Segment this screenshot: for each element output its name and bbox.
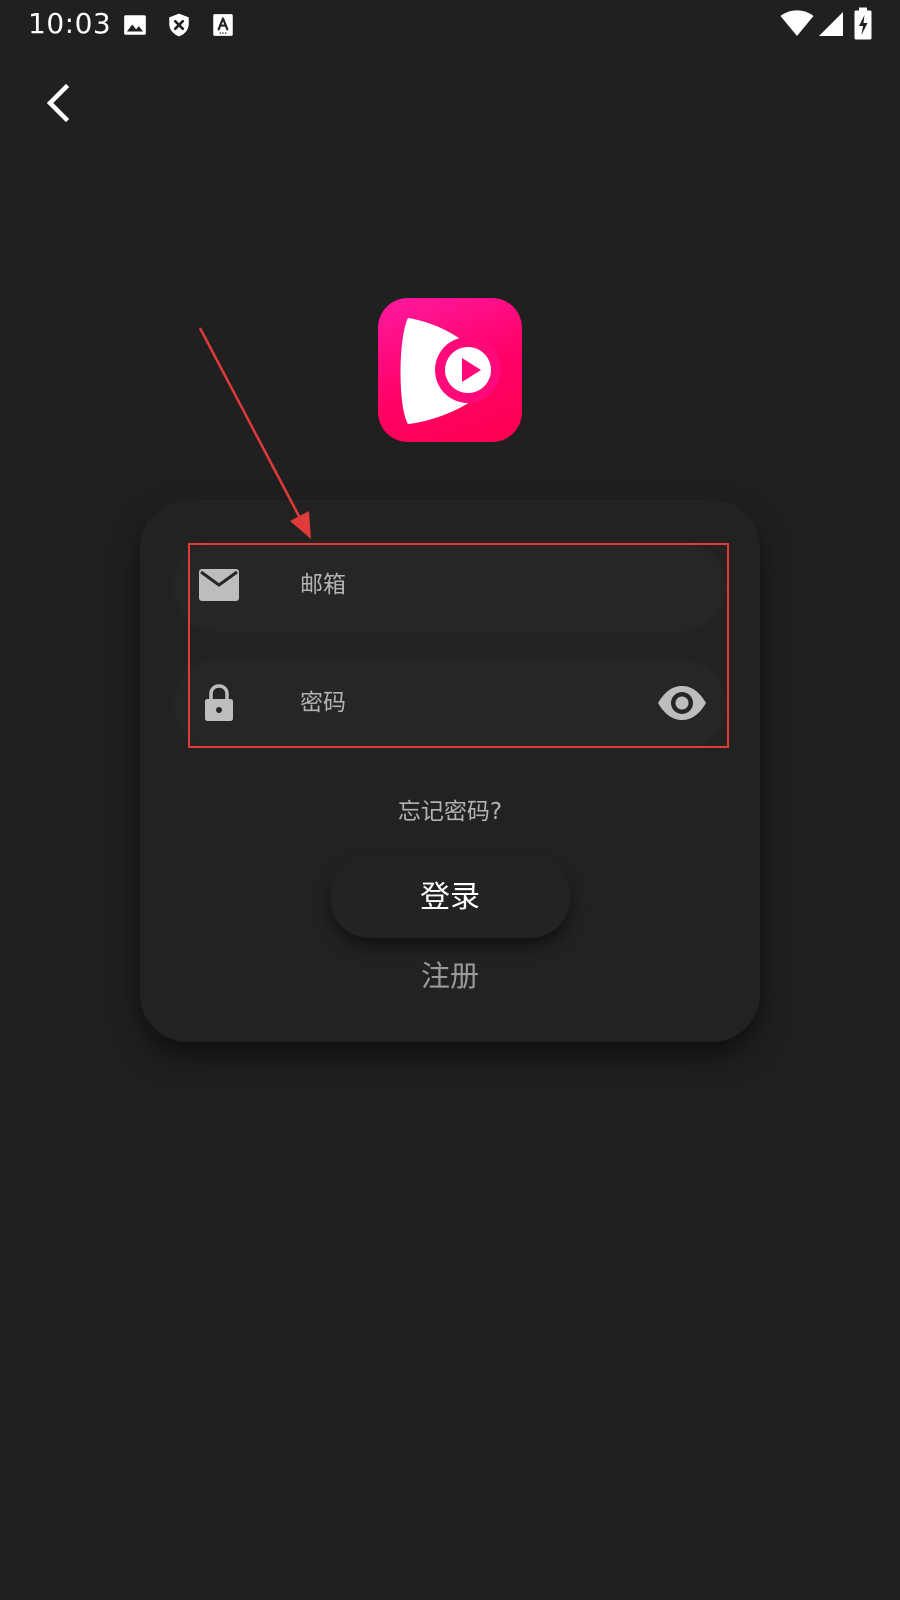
password-placeholder: 密码 <box>300 690 346 716</box>
lock-icon <box>205 684 233 721</box>
email-field[interactable]: 邮箱 <box>172 538 728 632</box>
status-bar: 10:03 <box>0 0 900 50</box>
image-icon <box>124 15 146 35</box>
video-play-logo <box>400 318 501 424</box>
login-button[interactable]: 登录 <box>330 858 570 938</box>
register-link[interactable]: 注册 <box>140 956 760 996</box>
chevron-left-icon <box>46 83 70 123</box>
eye-icon[interactable] <box>656 681 708 725</box>
forgot-password-link[interactable]: 忘记密码? <box>140 796 760 828</box>
email-placeholder: 邮箱 <box>300 572 346 598</box>
back-button[interactable] <box>30 75 86 131</box>
login-screen: 10:03 邮箱 密码 忘记密码? 登录 注册 <box>0 0 900 1600</box>
status-time: 10:03 <box>28 7 112 40</box>
shield-x-icon <box>169 13 189 37</box>
app-logo <box>378 298 522 442</box>
login-card: 邮箱 密码 忘记密码? 登录 注册 <box>140 500 760 1042</box>
battery-charging-icon <box>854 7 872 40</box>
text-a-icon <box>213 14 233 36</box>
password-field[interactable]: 密码 <box>172 656 728 750</box>
wifi-icon <box>780 10 814 36</box>
cellular-signal-icon <box>819 12 843 36</box>
mail-icon <box>199 569 239 601</box>
